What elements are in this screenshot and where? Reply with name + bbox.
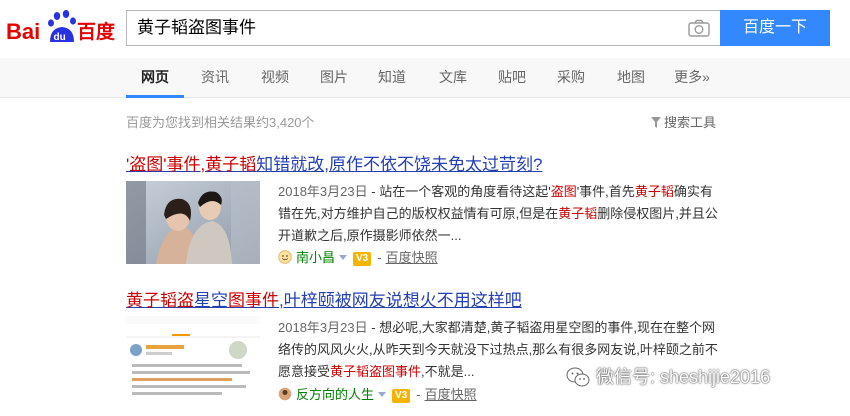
result-date: 2018年3月23日: [278, 320, 368, 335]
search-tools-label: 搜索工具: [664, 115, 717, 130]
result-source-2: 反方向的人生 V3- 百度快照: [278, 385, 477, 405]
title-text: ,叶梓颐被网友说想火不用这样吧: [279, 291, 522, 310]
header: Bai du 百度 百度一下: [0, 0, 850, 58]
tab-zhidao[interactable]: 知道: [370, 58, 414, 98]
tab-news[interactable]: 资讯: [193, 58, 237, 98]
baidu-logo[interactable]: Bai du 百度: [6, 6, 118, 50]
result-date: 2018年3月23日: [278, 184, 368, 199]
baidu-logo-graphic: Bai du 百度: [6, 10, 116, 44]
wechat-icon: [566, 367, 590, 387]
result-source-1: 南小昌 V3- 百度快照: [278, 248, 438, 268]
tab-more[interactable]: 更多»: [668, 58, 716, 98]
tab-images[interactable]: 图片: [312, 58, 356, 98]
svg-text:du: du: [54, 32, 66, 43]
tab-video[interactable]: 视频: [253, 58, 297, 98]
result-abstract-1: 2018年3月23日 - 站在一个客观的角度看待这起'盗图'事件,首先黄子韬确实…: [278, 181, 718, 247]
divider: -: [377, 250, 382, 265]
tab-web[interactable]: 网页: [130, 58, 180, 98]
snapshot-link[interactable]: 百度快照: [425, 387, 477, 402]
title-text: 知错就改,原作不依不饶未免太过苛刻?: [256, 155, 543, 174]
abstract-text: - 站在一个客观的角度看待这起': [371, 184, 551, 199]
title-highlight: 图事件: [228, 291, 279, 310]
tab-tieba[interactable]: 贴吧: [490, 58, 534, 98]
search-box: [126, 10, 720, 46]
source-name[interactable]: 反方向的人生: [296, 387, 374, 402]
result-thumbnail-2[interactable]: [126, 316, 260, 401]
abstract-highlight: 黄子韬盗图事件: [330, 364, 422, 379]
title-highlight: '盗图'事件,黄子韬: [126, 155, 257, 174]
v3-badge: V3: [353, 252, 372, 266]
vertical-tabs: 网页 资讯 视频 图片 知道 文库 贴吧 采购 地图 更多»: [0, 58, 850, 98]
tab-wenku[interactable]: 文库: [431, 58, 475, 98]
dropdown-caret-icon[interactable]: [378, 392, 387, 397]
author-avatar-icon: [278, 387, 292, 401]
svg-text:百度: 百度: [77, 20, 116, 43]
v3-badge: V3: [392, 389, 411, 403]
abstract-highlight: 黄子韬: [634, 184, 674, 199]
abstract-highlight: 盗图: [550, 184, 577, 199]
snapshot-link[interactable]: 百度快照: [386, 250, 438, 265]
abstract-text: '事件,首先: [576, 184, 635, 199]
search-button[interactable]: 百度一下: [720, 10, 830, 46]
title-text: 星空: [194, 291, 228, 310]
couple-photo-image: [126, 181, 260, 264]
abstract-highlight: 黄子韬: [558, 206, 598, 221]
result-count: 百度为您找到相关结果约3,420个: [126, 115, 315, 130]
smiley-avatar-icon: [278, 250, 292, 264]
svg-text:Bai: Bai: [6, 19, 40, 44]
tab-caigou[interactable]: 采购: [549, 58, 593, 98]
search-input[interactable]: [137, 11, 677, 45]
filter-icon: [651, 117, 661, 128]
active-tab-indicator: [126, 95, 184, 98]
result-title-1[interactable]: '盗图'事件,黄子韬知错就改,原作不依不饶未免太过苛刻?: [126, 150, 542, 175]
camera-icon[interactable]: [688, 19, 710, 37]
dropdown-caret-icon[interactable]: [339, 255, 348, 260]
weibo-screenshot-image: [126, 316, 260, 401]
abstract-text: ,不就是...: [421, 364, 475, 379]
watermark-text: 微信号: sheshijie2016: [596, 367, 771, 387]
wechat-watermark: 微信号: sheshijie2016: [566, 363, 770, 389]
title-highlight: 黄子韬盗: [126, 291, 194, 310]
source-name[interactable]: 南小昌: [296, 250, 335, 265]
result-thumbnail-1[interactable]: [126, 181, 260, 264]
result-title-2[interactable]: 黄子韬盗星空图事件,叶梓颐被网友说想火不用这样吧: [126, 286, 522, 311]
tab-map[interactable]: 地图: [609, 58, 653, 98]
search-tools-button[interactable]: 搜索工具: [651, 112, 716, 131]
divider: -: [416, 387, 421, 402]
